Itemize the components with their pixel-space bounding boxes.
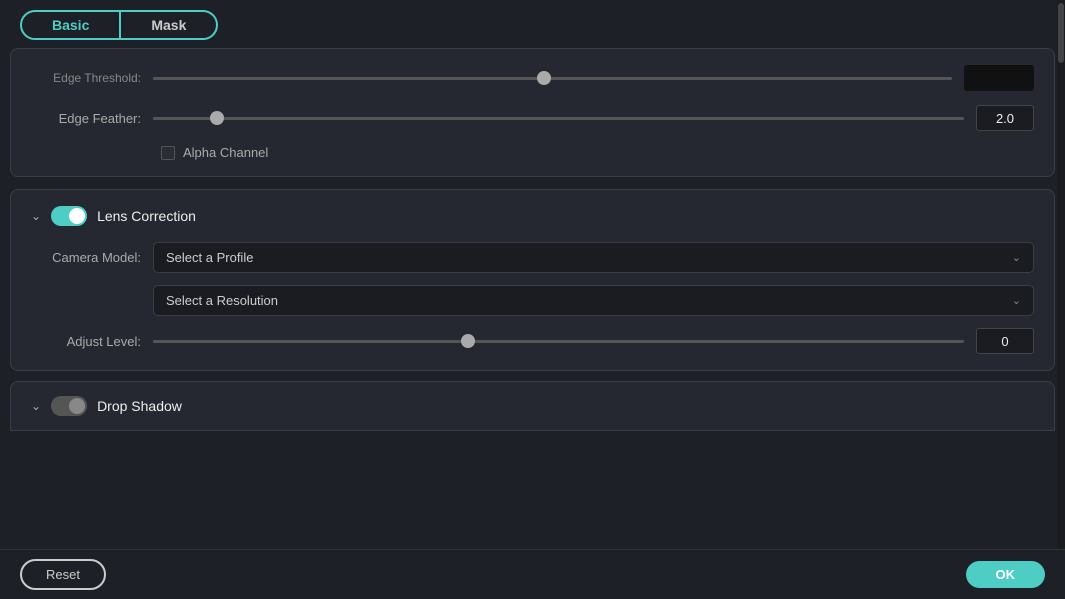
camera-model-dropdown[interactable]: Select a Profile ⌄ [153, 242, 1034, 273]
adjust-level-label: Adjust Level: [31, 334, 141, 349]
adjust-level-slider[interactable] [153, 340, 964, 343]
lens-correction-chevron[interactable]: ⌄ [31, 209, 41, 223]
edge-feather-slider[interactable] [153, 117, 964, 120]
resolution-value: Select a Resolution [166, 293, 278, 308]
edge-feather-value[interactable]: 2.0 [976, 105, 1034, 131]
drop-shadow-toggle[interactable] [51, 396, 87, 416]
edge-threshold-label: Edge Threshold: [31, 71, 141, 85]
drop-shadow-panel: ⌄ Drop Shadow [10, 381, 1055, 431]
reset-button[interactable]: Reset [20, 559, 106, 590]
resolution-chevron-icon: ⌄ [1012, 294, 1021, 307]
resolution-dropdown[interactable]: Select a Resolution ⌄ [153, 285, 1034, 316]
bottom-bar: Reset OK [0, 549, 1065, 599]
scrollbar-thumb[interactable] [1058, 3, 1064, 63]
tab-mask[interactable]: Mask [119, 12, 216, 38]
lens-correction-toggle[interactable] [51, 206, 87, 226]
lens-correction-panel: ⌄ Lens Correction Camera Model: Select a… [10, 189, 1055, 371]
camera-model-value: Select a Profile [166, 250, 253, 265]
tab-basic[interactable]: Basic [22, 12, 119, 38]
drop-shadow-toggle-knob [69, 398, 85, 414]
edge-threshold-slider[interactable] [153, 77, 952, 80]
edge-threshold-row: Edge Threshold: [31, 65, 1034, 91]
alpha-channel-row: Alpha Channel [161, 145, 1034, 160]
alpha-channel-label: Alpha Channel [183, 145, 268, 160]
adjust-level-row: Adjust Level: 0 [31, 328, 1034, 354]
lens-correction-toggle-knob [69, 208, 85, 224]
camera-model-row: Camera Model: Select a Profile ⌄ [31, 242, 1034, 273]
edge-feather-label: Edge Feather: [31, 111, 141, 126]
edge-feather-row: Edge Feather: 2.0 [31, 105, 1034, 131]
edge-threshold-value[interactable] [964, 65, 1034, 91]
drop-shadow-title: Drop Shadow [97, 398, 182, 414]
lens-correction-title: Lens Correction [97, 208, 196, 224]
camera-model-chevron-icon: ⌄ [1012, 251, 1021, 264]
adjust-level-value[interactable]: 0 [976, 328, 1034, 354]
ok-button[interactable]: OK [966, 561, 1046, 588]
tabs-group: Basic Mask [20, 10, 218, 40]
edge-panel: Edge Threshold: Edge Feather: 2.0 Alpha … [10, 48, 1055, 177]
scrollbar[interactable] [1057, 0, 1065, 599]
lens-correction-header: ⌄ Lens Correction [31, 206, 1034, 226]
alpha-channel-checkbox[interactable] [161, 146, 175, 160]
camera-model-label: Camera Model: [31, 250, 141, 265]
resolution-row: Select a Resolution ⌄ [153, 285, 1034, 316]
drop-shadow-chevron[interactable]: ⌄ [31, 399, 41, 413]
